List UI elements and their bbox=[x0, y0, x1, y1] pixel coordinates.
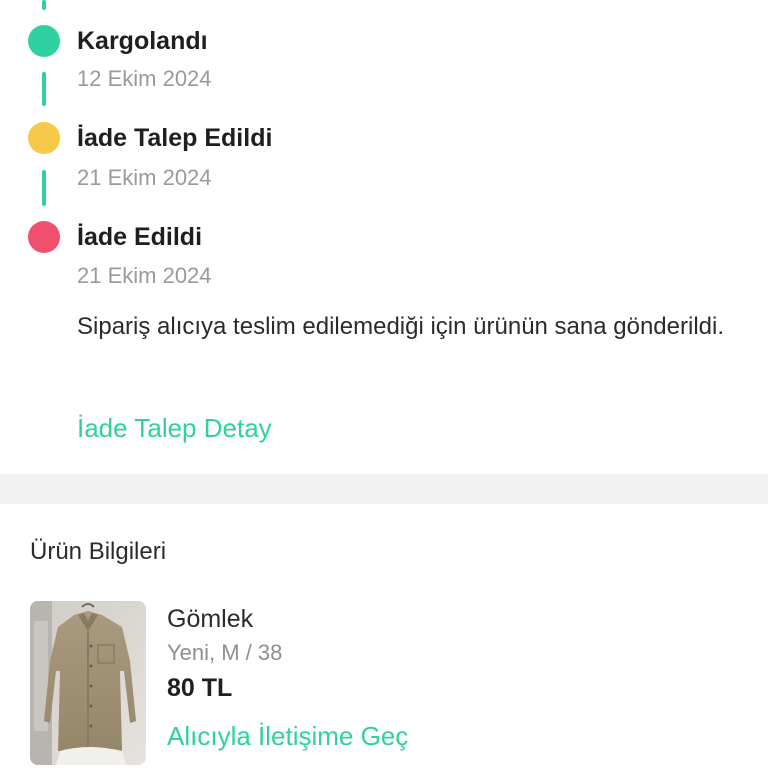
step-title-return-requested: İade Talep Edildi bbox=[77, 124, 273, 152]
status-dot-returned bbox=[28, 221, 60, 253]
product-condition-size: Yeni, M / 38 bbox=[167, 640, 283, 665]
step-title-shipped: Kargolandı bbox=[77, 27, 208, 55]
timeline-connector bbox=[42, 170, 46, 206]
timeline-connector bbox=[42, 0, 46, 10]
product-price: 80 TL bbox=[167, 674, 233, 702]
product-info-section: Ürün Bilgileri Gömlek Yeni, M / 38 80 TL… bbox=[0, 504, 768, 768]
section-title: Ürün Bilgileri bbox=[30, 538, 167, 565]
step-date-return-requested: 21 Ekim 2024 bbox=[77, 165, 212, 190]
step-date-returned: 21 Ekim 2024 bbox=[77, 263, 212, 288]
shirt-photo-icon bbox=[30, 601, 146, 765]
status-dot-shipped bbox=[28, 25, 60, 57]
section-divider bbox=[0, 474, 768, 504]
contact-buyer-link[interactable]: Alıcıyla İletişime Geç bbox=[167, 721, 408, 752]
timeline-connector bbox=[42, 72, 46, 106]
step-title-returned: İade Edildi bbox=[77, 223, 203, 251]
order-detail-page: Kargolandı 12 Ekim 2024 İade Talep Edild… bbox=[0, 0, 768, 768]
product-image[interactable] bbox=[30, 601, 146, 765]
return-request-detail-link[interactable]: İade Talep Detay bbox=[77, 413, 272, 444]
product-name: Gömlek bbox=[167, 605, 254, 633]
step-date-shipped: 12 Ekim 2024 bbox=[77, 66, 212, 91]
status-dot-return-requested bbox=[28, 122, 60, 154]
order-timeline: Kargolandı 12 Ekim 2024 İade Talep Edild… bbox=[0, 0, 768, 474]
return-description: Sipariş alıcıya teslim edilemediği için … bbox=[77, 313, 725, 340]
